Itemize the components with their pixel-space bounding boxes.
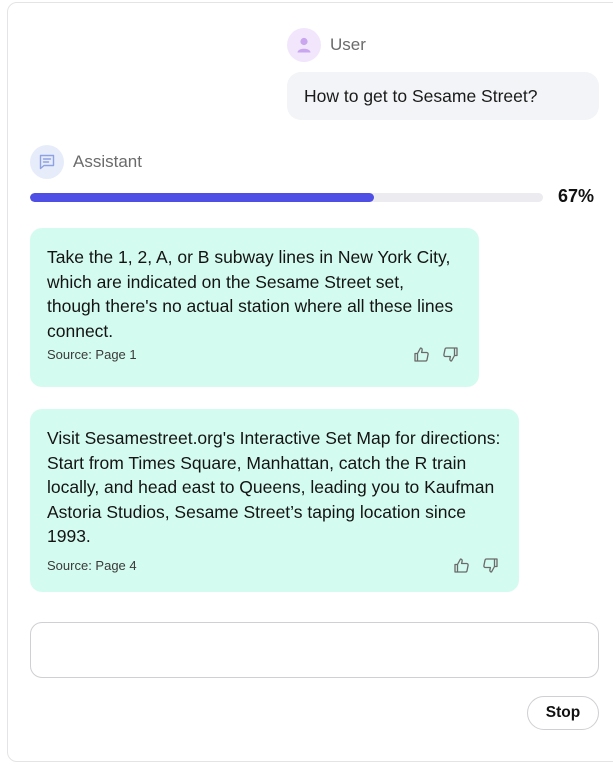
thumbs-up-icon[interactable] xyxy=(413,346,430,363)
answer-text: Visit Sesamestreet.org's Interactive Set… xyxy=(47,428,501,546)
answer-footer: Source: Page 4 xyxy=(47,540,499,590)
user-role-label: User xyxy=(330,35,366,54)
answer-card: Visit Sesamestreet.org's Interactive Set… xyxy=(30,409,519,592)
stop-button[interactable]: Stop xyxy=(527,696,599,730)
feedback-controls xyxy=(453,557,499,574)
user-message-text: How to get to Sesame Street? xyxy=(304,85,538,106)
progress-fill xyxy=(30,193,374,202)
user-header: User xyxy=(287,28,366,62)
thumbs-up-icon[interactable] xyxy=(453,557,470,574)
progress-bar xyxy=(30,193,543,202)
answer-card: Take the 1, 2, A, or B subway lines in N… xyxy=(30,228,479,387)
assistant-role-label: Assistant xyxy=(73,152,142,171)
person-icon xyxy=(287,28,321,62)
assistant-header: Assistant xyxy=(30,145,142,179)
answer-source: Source: Page 1 xyxy=(47,346,137,362)
answer-footer: Source: Page 1 xyxy=(47,329,459,379)
chat-message-icon xyxy=(30,145,64,179)
progress-percentage: 67% xyxy=(558,186,595,206)
answer-source: Source: Page 4 xyxy=(47,557,137,573)
user-message-bubble: How to get to Sesame Street? xyxy=(287,72,599,120)
message-input[interactable] xyxy=(30,622,599,678)
thumbs-down-icon[interactable] xyxy=(442,346,459,363)
feedback-controls xyxy=(413,346,459,363)
thumbs-down-icon[interactable] xyxy=(482,557,499,574)
